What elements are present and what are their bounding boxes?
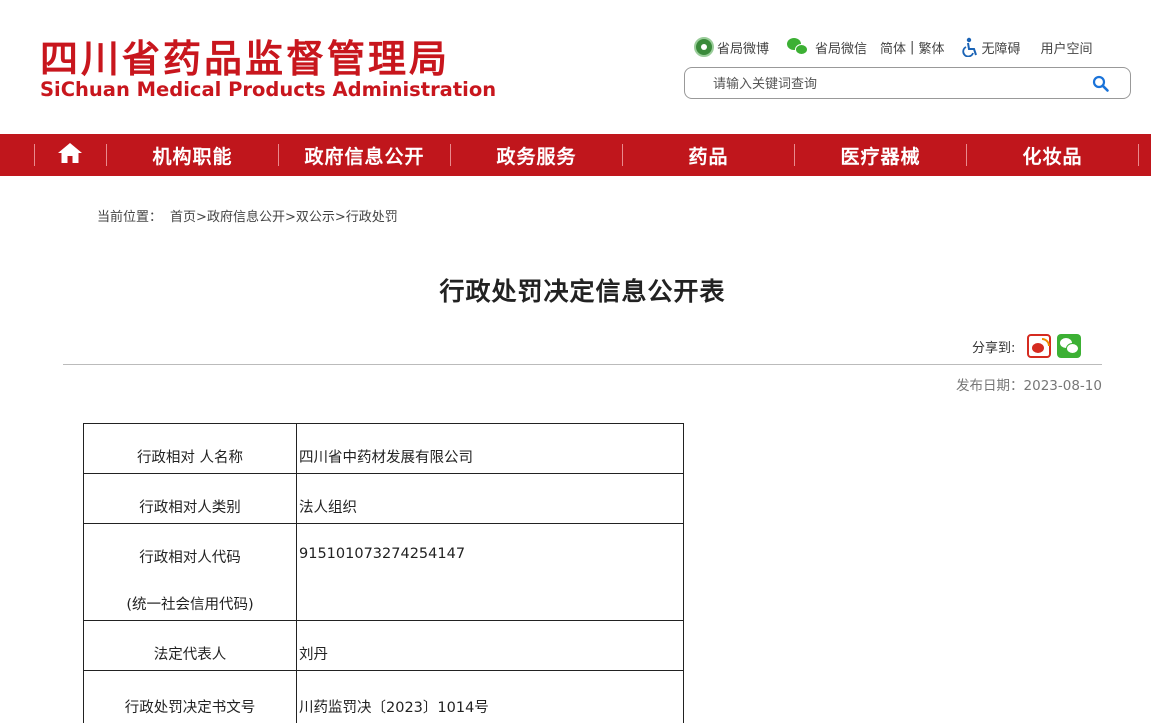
wechat-link[interactable]: 省局微信 (787, 38, 867, 57)
nav-item-devices[interactable]: 医疗器械 (795, 134, 966, 176)
share-label: 分享到: (972, 340, 1016, 356)
share-bar: 分享到: (972, 333, 1082, 359)
wechat-icon (787, 38, 809, 56)
nav-item-label: 医疗器械 (840, 145, 921, 168)
table-key: 法定代表人 (83, 620, 297, 671)
share-wechat-icon[interactable] (1057, 334, 1082, 358)
table-value: 川药监罚决〔2023〕1014号 (296, 670, 684, 723)
breadcrumb: 当前位置： 首页>政府信息公开>双公示>行政处罚 (97, 206, 398, 225)
top-links: 省局微博 省局微信 简体 | 繁体 无障碍 用户空间 (694, 37, 1092, 57)
simplified-link[interactable]: 简体 (880, 38, 906, 57)
breadcrumb-home[interactable]: 首页 (170, 210, 196, 225)
divider (63, 364, 1102, 365)
breadcrumb-separator: > (334, 210, 346, 225)
table-value: 刘丹 (296, 620, 684, 671)
nav-item-services[interactable]: 政务服务 (451, 134, 622, 176)
table-key: 行政相对人代码 (139, 550, 241, 566)
main-nav: 机构职能 政府信息公开 政务服务 药品 医疗器械 化妆品 (0, 134, 1151, 176)
site-title-en: SiChuan Medical Products Administration (40, 78, 497, 101)
accessibility-label: 无障碍 (981, 41, 1021, 57)
share-weibo-icon[interactable] (1027, 334, 1052, 358)
weibo-link[interactable]: 省局微博 (694, 37, 769, 57)
search-input[interactable] (713, 74, 1083, 94)
publish-date-value: 2023-08-10 (1023, 378, 1102, 394)
nav-home[interactable] (34, 134, 106, 176)
table-row: 行政处罚决定书文号 川药监罚决〔2023〕1014号 (83, 670, 684, 723)
breadcrumb-separator: > (196, 210, 207, 225)
publish-date: 发布日期：2023-08-10 (956, 374, 1102, 394)
penalty-info-table: 行政相对 人名称 四川省中药材发展有限公司 行政相对人类别 法人组织 行政相对人… (83, 423, 684, 723)
table-key-note: (统一社会信用代码) (126, 597, 254, 613)
page-title: 行政处罚决定信息公开表 (439, 277, 726, 306)
breadcrumb-penalty[interactable]: 行政处罚 (346, 210, 398, 225)
nav-item-label: 机构职能 (152, 145, 233, 168)
traditional-label: 繁体 (918, 41, 945, 57)
user-space-link[interactable]: 用户空间 (1040, 38, 1092, 57)
nav-item-label: 化妆品 (1022, 145, 1083, 168)
table-row: 法定代表人 刘丹 (83, 620, 684, 671)
breadcrumb-prefix: 当前位置： (97, 210, 163, 225)
weibo-icon (694, 37, 714, 57)
weibo-link-label: 省局微博 (717, 41, 770, 57)
site-title-cn: 四川省药品监督管理局 (40, 37, 451, 81)
table-value: 915101073274254147 (296, 523, 684, 621)
breadcrumb-gov-info[interactable]: 政府信息公开 (207, 210, 285, 225)
search-box (684, 67, 1131, 99)
nav-item-cosmetics[interactable]: 化妆品 (967, 134, 1138, 176)
simplified-label: 简体 (880, 41, 907, 57)
nav-item-label: 政府信息公开 (304, 145, 425, 168)
site-logo[interactable]: 四川省药品监督管理局 SiChuan Medical Products Admi… (40, 37, 496, 101)
user-space-label: 用户空间 (1040, 41, 1093, 57)
publish-date-label: 发布日期： (956, 378, 1024, 394)
traditional-link[interactable]: 繁体 (918, 38, 944, 57)
site-header: 四川省药品监督管理局 SiChuan Medical Products Admi… (0, 0, 1151, 134)
breadcrumb-dual-disclosure[interactable]: 双公示 (296, 210, 335, 225)
nav-item-label: 药品 (688, 145, 729, 168)
table-row: 行政相对 人名称 四川省中药材发展有限公司 (83, 423, 684, 474)
table-key: 行政相对 人名称 (83, 423, 297, 474)
accessibility-link[interactable]: 无障碍 (962, 37, 1020, 57)
table-value: 法人组织 (296, 473, 684, 524)
table-key: 行政处罚决定书文号 (83, 670, 297, 723)
accessibility-icon (962, 37, 980, 57)
table-value: 四川省中药材发展有限公司 (296, 423, 684, 474)
wechat-link-label: 省局微信 (815, 41, 868, 57)
table-key: 行政相对人类别 (83, 473, 297, 524)
table-key-cell: 行政相对人代码 (统一社会信用代码) (83, 523, 297, 621)
nav-item-label: 政务服务 (496, 145, 577, 168)
search-icon[interactable] (1092, 75, 1110, 93)
lang-divider: | (910, 39, 915, 55)
breadcrumb-separator: > (284, 210, 296, 225)
nav-item-institution[interactable]: 机构职能 (107, 134, 278, 176)
nav-item-drugs[interactable]: 药品 (623, 134, 794, 176)
nav-item-gov-info[interactable]: 政府信息公开 (279, 134, 450, 176)
table-row: 行政相对人代码 (统一社会信用代码) 915101073274254147 (83, 523, 684, 621)
table-row: 行政相对人类别 法人组织 (83, 473, 684, 524)
nav-divider (1138, 144, 1139, 166)
home-icon (57, 141, 83, 170)
